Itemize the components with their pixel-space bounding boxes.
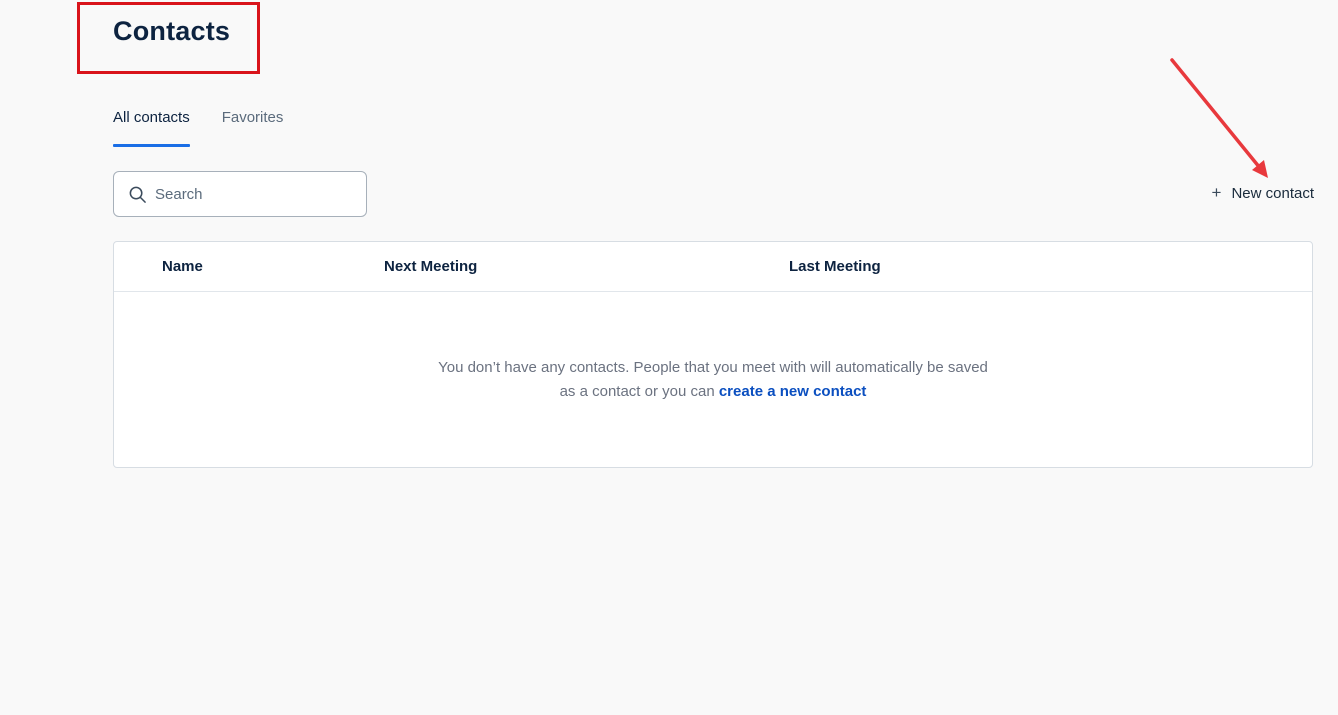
- contacts-page: Contacts All contacts Favorites + New co…: [0, 0, 1338, 715]
- tab-favorites[interactable]: Favorites: [222, 108, 284, 147]
- page-title: Contacts: [113, 16, 231, 46]
- column-header-last-meeting[interactable]: Last Meeting: [789, 258, 881, 275]
- empty-state-message: You don’t have any contacts. People that…: [114, 356, 1312, 404]
- empty-state-line2: as a contact or you can create a new con…: [114, 380, 1312, 404]
- contacts-tabs: All contacts Favorites: [113, 108, 315, 147]
- new-contact-label: New contact: [1231, 184, 1314, 202]
- table-header: Name Next Meeting Last Meeting: [114, 242, 1312, 292]
- search-icon: [129, 186, 146, 203]
- column-header-name[interactable]: Name: [162, 258, 203, 275]
- tab-all-contacts[interactable]: All contacts: [113, 108, 190, 147]
- empty-state-line1: You don’t have any contacts. People that…: [438, 359, 988, 376]
- annotation-arrow-icon: [1170, 58, 1268, 178]
- search-input[interactable]: [155, 185, 355, 203]
- plus-icon: +: [1211, 183, 1222, 202]
- contacts-table: Name Next Meeting Last Meeting You don’t…: [113, 241, 1313, 468]
- search-box[interactable]: [113, 171, 367, 217]
- column-header-next-meeting[interactable]: Next Meeting: [384, 258, 477, 275]
- new-contact-button[interactable]: + New contact: [1212, 184, 1314, 202]
- create-new-contact-link[interactable]: create a new contact: [719, 383, 867, 400]
- empty-state-line2-text: as a contact or you can: [559, 383, 719, 400]
